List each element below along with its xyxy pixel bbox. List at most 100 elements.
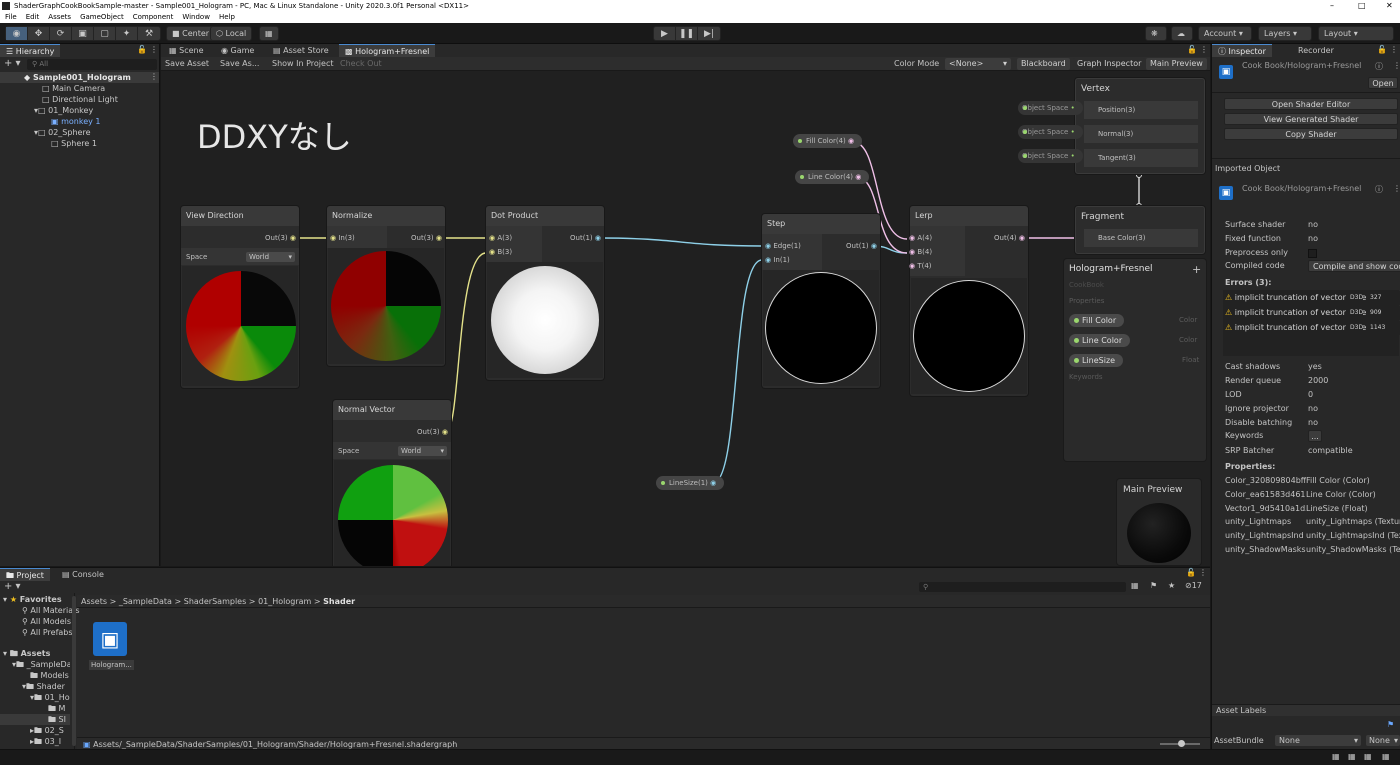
compile-and-show-code-button[interactable]: Compile and show code [1308, 260, 1400, 272]
input-port-b[interactable]: ◉ B(4) [909, 248, 932, 256]
hierarchy-item[interactable]: □ Directional Light [42, 94, 118, 105]
move-tool-icon[interactable]: ✥ [28, 27, 50, 40]
breadcrumb-item[interactable]: _SampleData [119, 597, 172, 606]
preprocess-checkbox[interactable] [1308, 249, 1317, 258]
input-port-t[interactable]: ◉ T(4) [909, 262, 932, 270]
cloud-button[interactable]: ☁ [1171, 26, 1193, 41]
tab-inspector[interactable]: ⓘ Inspector [1212, 44, 1272, 57]
create-icon[interactable]: + ▾ [4, 581, 21, 592]
pause-icon[interactable]: ❚❚ [676, 27, 698, 40]
blackboard-panel[interactable]: Hologram+Fresnel + CookBook Properties F… [1064, 259, 1206, 461]
asset-labels-header[interactable]: Asset Labels [1212, 704, 1400, 716]
play-icon[interactable]: ▶ [654, 27, 676, 40]
hidden-packages-icon[interactable]: ⊘17 [1185, 581, 1202, 590]
block-position[interactable]: Position(3) [1084, 101, 1198, 119]
node-normal-vector[interactable]: Normal Vector Out(3) ◉ Space World ▾ [333, 400, 451, 566]
kebab-icon[interactable]: ⋮ [1390, 45, 1398, 54]
add-icon[interactable]: + ▾ [4, 58, 21, 69]
master-stack-vertex[interactable]: Vertex Position(3) Normal(3) Tangent(3) [1075, 78, 1205, 174]
folder-item[interactable]: ▾🖿 _SampleData [12, 659, 70, 670]
property-node-fill-color[interactable]: Fill Color(4) ◉ [793, 134, 863, 148]
auto-generate-lighting-icon[interactable]: ▦ [1348, 752, 1356, 761]
tab-recorder[interactable]: Recorder [1292, 44, 1340, 57]
output-port[interactable]: Out(1) ◉ [846, 242, 877, 250]
input-port[interactable]: ◉ In(3) [330, 234, 355, 242]
layout-dropdown[interactable]: Layout ▾ [1318, 26, 1394, 41]
object-space-input[interactable]: Object Space • [1018, 149, 1083, 163]
block-normal[interactable]: Normal(3) [1084, 125, 1198, 143]
main-preview-sphere[interactable] [1127, 503, 1191, 563]
kebab-icon[interactable]: ⋮ [1199, 568, 1207, 577]
file-label[interactable]: Hologram... [89, 660, 134, 670]
help-icon[interactable]: ⓘ [1375, 61, 1383, 72]
input-port-in[interactable]: ◉ In(1) [765, 256, 790, 264]
block-base-color[interactable]: Base Color(3) [1084, 229, 1198, 247]
step-icon[interactable]: ▶| [698, 27, 720, 40]
custom-tool-icon[interactable]: ⚒ [138, 27, 160, 40]
input-port-edge[interactable]: ◉ Edge(1) [765, 242, 801, 250]
scene-menu-icon[interactable]: ⋮ [150, 72, 158, 81]
lock-icon[interactable]: 🔓 [1377, 45, 1387, 54]
menu-component[interactable]: Component [133, 13, 174, 21]
main-preview-panel[interactable]: Main Preview [1117, 479, 1201, 565]
label-tag-icon[interactable]: ⚑ [1387, 720, 1394, 729]
copy-shader-button[interactable]: Copy Shader [1224, 128, 1398, 140]
menu-help[interactable]: Help [219, 13, 235, 21]
icon-size-slider-thumb[interactable] [1178, 740, 1185, 747]
folder-item[interactable]: 🖿 Models [30, 670, 70, 681]
input-port-b[interactable]: ◉ B(3) [489, 248, 512, 256]
lock-icon[interactable]: 🔓 [137, 45, 147, 54]
favorites-header[interactable]: ▾ ★ Favorites [3, 594, 62, 605]
open-button[interactable]: Open [1368, 77, 1398, 89]
folder-item-selected[interactable]: 🖿 SI [48, 714, 70, 725]
hierarchy-item[interactable]: ▣ monkey 1 [51, 116, 101, 127]
input-port-a[interactable]: ◉ A(4) [909, 234, 932, 242]
tab-project[interactable]: 🖿 Project [0, 568, 50, 581]
kebab-icon[interactable]: ⋮ [150, 45, 158, 54]
breadcrumb-item[interactable]: ShaderSamples [184, 597, 247, 606]
sticky-note-text[interactable]: DDXYなし [197, 112, 352, 158]
node-normalize[interactable]: Normalize ◉ In(3) Out(3) ◉ [327, 206, 445, 366]
blackboard-property-fill-color[interactable]: Fill Color [1069, 314, 1125, 327]
filter-label-icon[interactable]: ⚑ [1150, 581, 1157, 590]
output-port[interactable]: Out(3) ◉ [417, 428, 448, 436]
space-toggle[interactable]: ⬡ Local [210, 26, 253, 41]
asset-bundle-dropdown[interactable]: None ▾ [1275, 735, 1361, 746]
breadcrumb-item[interactable]: Shader [323, 597, 355, 606]
object-space-input[interactable]: Object Space • [1018, 125, 1083, 139]
debug-mode-icon[interactable]: ▦ [1382, 752, 1390, 761]
rotate-tool-icon[interactable]: ⟳ [50, 27, 72, 40]
menu-gameobject[interactable]: GameObject [80, 13, 124, 21]
filter-type-icon[interactable]: ▦ [1131, 581, 1139, 590]
add-property-icon[interactable]: + [1192, 263, 1201, 276]
hierarchy-item[interactable]: □ Main Camera [42, 83, 105, 94]
output-port[interactable]: Out(3) ◉ [265, 234, 296, 242]
assets-header[interactable]: ▾ 🖿 Assets [3, 648, 50, 659]
tree-scrollbar[interactable] [72, 596, 76, 746]
shadergraph-file-icon[interactable]: ▣ [93, 622, 127, 656]
breadcrumb-item[interactable]: 01_Hologram [258, 597, 311, 606]
block-tangent[interactable]: Tangent(3) [1084, 149, 1198, 167]
close-icon[interactable]: ✕ [1386, 0, 1393, 12]
tab-hierarchy[interactable]: ☰ Hierarchy [0, 44, 61, 57]
error-item[interactable]: ⚠ implicit truncation of vector type D3D 9… [1225, 306, 1400, 320]
pivot-toggle[interactable]: ■ Center [166, 26, 216, 41]
folder-item[interactable]: ▸🖿 02_S [30, 725, 70, 736]
kebab-icon[interactable]: ⋮ [1393, 184, 1400, 193]
grid-snap-button[interactable]: ▦ [259, 26, 279, 41]
menu-window[interactable]: Window [182, 13, 210, 21]
account-dropdown[interactable]: Account ▾ [1198, 26, 1252, 41]
menu-edit[interactable]: Edit [26, 13, 40, 21]
tab-console[interactable]: ▤ Console [56, 568, 110, 581]
keywords-button[interactable]: ... [1308, 430, 1322, 442]
space-dropdown[interactable]: World ▾ [398, 446, 447, 456]
scale-tool-icon[interactable]: ▣ [72, 27, 94, 40]
space-dropdown[interactable]: World ▾ [246, 252, 295, 262]
error-item[interactable]: ⚠ implicit truncation of vector type D3D 1… [1225, 321, 1400, 335]
services-button[interactable]: ❋ [1145, 26, 1167, 41]
menu-file[interactable]: File [5, 13, 17, 21]
blackboard-property-line-size[interactable]: LineSize [1069, 354, 1124, 367]
kebab-icon[interactable]: ⋮ [1393, 61, 1400, 70]
node-view-direction[interactable]: View Direction Out(3) ◉ Space World ▾ [181, 206, 299, 388]
open-shader-editor-button[interactable]: Open Shader Editor [1224, 98, 1398, 110]
